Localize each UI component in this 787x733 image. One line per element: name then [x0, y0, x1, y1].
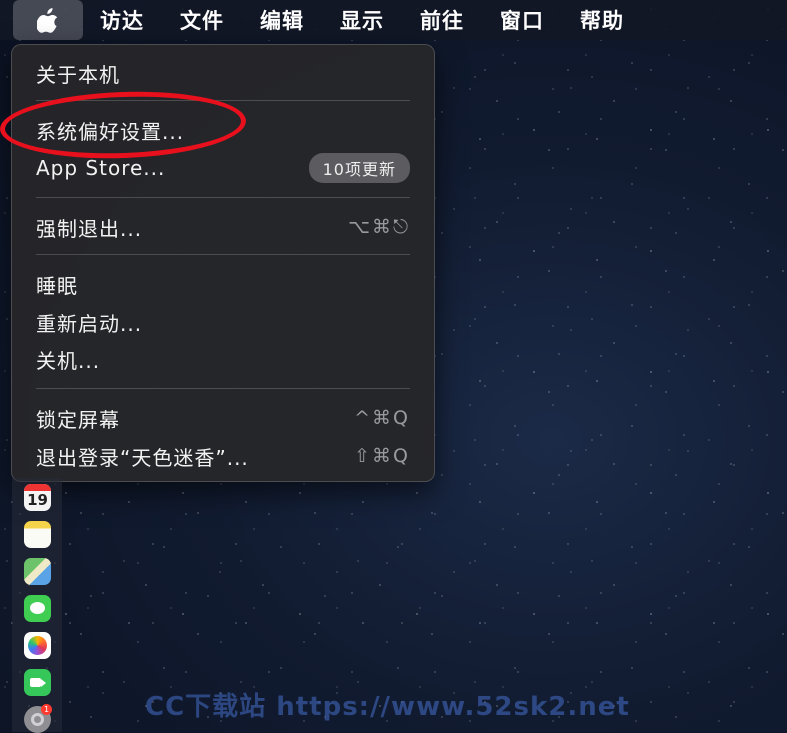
menu-item-lock-screen[interactable]: 锁定屏幕 ^⌘Q: [36, 401, 410, 435]
maps-icon[interactable]: [24, 558, 51, 585]
menu-item-label: 重新启动...: [36, 311, 143, 336]
menu-go[interactable]: 前往: [420, 5, 464, 35]
menu-item-label: 退出登录“天色迷香”...: [36, 445, 249, 470]
calendar-day: 19: [27, 491, 48, 509]
dock: 19 1: [12, 478, 62, 733]
watermark: CC下载站 https://www.52sk2.net: [145, 692, 630, 722]
menu-separator: [36, 197, 410, 198]
menu-bar: 访达 文件 编辑 显示 前往 窗口 帮助: [0, 0, 787, 40]
menu-item-force-quit[interactable]: 强制退出... ⌥⌘⎋: [36, 210, 410, 244]
menu-separator: [36, 388, 410, 389]
menu-item-shutdown[interactable]: 关机...: [36, 342, 410, 376]
messages-icon[interactable]: [24, 595, 51, 622]
menu-item-label: 关于本机: [36, 62, 120, 87]
menu-bar-items: 访达 文件 编辑 显示 前往 窗口 帮助: [100, 5, 660, 35]
shortcut-hint: ^⌘Q: [354, 407, 410, 429]
update-count-badge: 10项更新: [308, 153, 410, 183]
menu-item-restart[interactable]: 重新启动...: [36, 305, 410, 339]
menu-item-logout[interactable]: 退出登录“天色迷香”... ⇧⌘Q: [36, 439, 410, 473]
menu-help[interactable]: 帮助: [580, 5, 624, 35]
facetime-icon[interactable]: [24, 669, 51, 696]
menu-window[interactable]: 窗口: [500, 5, 544, 35]
menu-item-label: 锁定屏幕: [36, 407, 120, 432]
menu-view[interactable]: 显示: [340, 5, 384, 35]
apple-menu-button[interactable]: [13, 0, 83, 40]
menu-item-label: 强制退出...: [36, 216, 143, 241]
menu-item-about[interactable]: 关于本机: [36, 56, 410, 90]
calendar-month-strip: [24, 484, 51, 491]
menu-item-label: 睡眠: [36, 273, 78, 298]
calendar-icon[interactable]: 19: [24, 484, 51, 511]
notification-badge: 1: [41, 704, 52, 715]
menu-separator: [36, 254, 410, 255]
menu-item-sleep[interactable]: 睡眠: [36, 267, 410, 301]
notes-icon[interactable]: [24, 521, 51, 548]
apple-icon: [37, 8, 58, 33]
menu-edit[interactable]: 编辑: [260, 5, 304, 35]
shortcut-hint: ⇧⌘Q: [354, 445, 410, 467]
shortcut-hint: ⌥⌘⎋: [348, 216, 410, 238]
menu-item-label: 关机...: [36, 348, 101, 373]
menu-item-label: App Store...: [36, 156, 166, 180]
menu-file[interactable]: 文件: [180, 5, 224, 35]
photos-icon[interactable]: [24, 632, 51, 659]
menu-finder[interactable]: 访达: [100, 5, 144, 35]
